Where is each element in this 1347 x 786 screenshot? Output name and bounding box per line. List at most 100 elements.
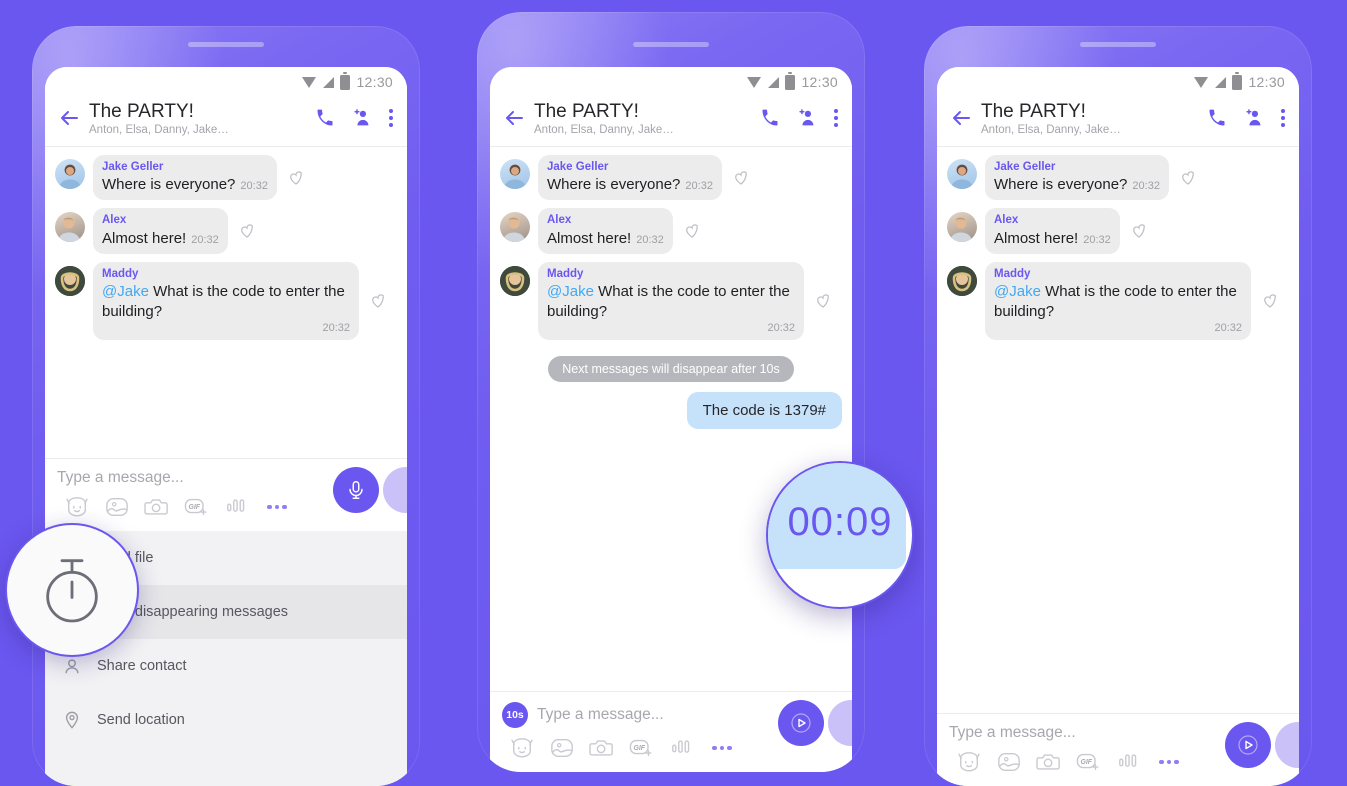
menu-item-send-location[interactable]: Send location [45, 693, 407, 747]
like-heart-icon[interactable] [732, 169, 750, 187]
back-arrow-icon[interactable] [55, 104, 83, 132]
message-input[interactable]: Type a message... [537, 706, 664, 724]
battery-icon [785, 74, 796, 90]
gif-icon[interactable]: GIF [1069, 748, 1109, 776]
message-sender: Maddy [102, 267, 139, 280]
message-bubble[interactable]: Jake Geller Where is everyone? 20:32 [538, 154, 722, 201]
avatar-alex [947, 212, 977, 243]
message-bubble[interactable]: Alex Almost here! 20:32 [93, 208, 228, 254]
message-row: Jake Geller Where is everyone? 20:32 [947, 154, 1289, 201]
message-time: 20:32 [191, 233, 219, 246]
overflow-menu-icon[interactable] [834, 109, 838, 128]
call-icon[interactable] [760, 108, 780, 128]
countdown-timer: 00:09 [787, 499, 893, 544]
send-play-icon [791, 713, 811, 733]
back-arrow-icon[interactable] [500, 104, 528, 132]
countdown-magnifier-lens: 00:09 [766, 461, 914, 609]
camera-icon[interactable] [137, 493, 177, 521]
gallery-icon[interactable] [97, 493, 137, 521]
message-composer: 10s Type a message... GIF [490, 691, 852, 772]
header-actions [760, 107, 840, 129]
contact-icon [63, 656, 97, 676]
send-button[interactable] [778, 700, 824, 746]
gallery-icon[interactable] [989, 748, 1029, 776]
message-text: Where is everyone? [547, 176, 681, 194]
message-text-line: @Jake What is the code to enter the buil… [102, 282, 350, 320]
add-participant-icon[interactable] [1243, 107, 1265, 129]
like-heart-icon[interactable] [1261, 292, 1279, 310]
disappearing-timer-badge[interactable]: 10s [502, 702, 528, 728]
call-icon[interactable] [315, 108, 335, 128]
message-time: 20:32 [1132, 180, 1160, 193]
like-heart-icon[interactable] [683, 222, 701, 240]
message-bubble[interactable]: Maddy @Jake What is the code to enter th… [985, 261, 1251, 340]
phone-3-screen: 12:30 The PARTY! Anton, Elsa, Danny, Jak… [937, 67, 1299, 786]
message-time: 20:32 [322, 321, 350, 334]
message-text-line: Almost here! 20:32 [102, 229, 219, 248]
message-time: 20:32 [685, 180, 713, 193]
avatar-maddy [947, 265, 977, 296]
message-sender: Jake Geller [547, 160, 609, 173]
message-row: Alex Almost here! 20:32 [500, 208, 842, 254]
mention-tag[interactable]: @Jake [102, 283, 149, 300]
avatar-alex [500, 212, 530, 243]
overflow-menu-icon[interactable] [1281, 109, 1285, 128]
signal-icon [323, 76, 335, 88]
message-time: 20:32 [636, 233, 664, 246]
mention-tag[interactable]: @Jake [547, 283, 594, 300]
message-text-line: @Jake What is the code to enter the buil… [547, 282, 795, 320]
wifi-icon [302, 76, 317, 88]
page-title: The PARTY! [534, 101, 639, 122]
message-text: Almost here! [994, 229, 1079, 247]
message-bubble[interactable]: Maddy @Jake What is the code to enter th… [538, 261, 804, 340]
outgoing-message-bubble[interactable]: The code is 1379# [686, 391, 842, 429]
message-bubble[interactable]: Alex Almost here! 20:32 [538, 208, 673, 254]
phone-1: 12:30 The PARTY! Anton, Elsa, Danny, Jak… [32, 26, 420, 786]
gif-icon[interactable]: GIF [177, 493, 217, 521]
overflow-menu-icon[interactable] [389, 109, 393, 128]
more-options-icon[interactable] [257, 493, 297, 521]
add-participant-icon[interactable] [796, 107, 818, 129]
message-row: Jake Geller Where is everyone? 20:32 [55, 154, 397, 201]
wifi-icon [747, 76, 762, 88]
phone-2-screen: 12:30 The PARTY! Anton, Elsa, Danny, Jak… [490, 67, 852, 772]
stopwatch-magnifier-lens [5, 523, 139, 657]
phone-1-screen: 12:30 The PARTY! Anton, Elsa, Danny, Jak… [45, 67, 407, 786]
page-title: The PARTY! [981, 101, 1086, 122]
sticker-icon[interactable] [57, 493, 97, 521]
voice-wave-icon[interactable] [1109, 748, 1149, 776]
microphone-button[interactable] [333, 467, 379, 513]
more-options-icon[interactable] [1149, 748, 1189, 776]
message-bubble[interactable]: Alex Almost here! 20:32 [985, 208, 1120, 254]
camera-icon[interactable] [1029, 748, 1069, 776]
send-button[interactable] [1225, 722, 1271, 768]
message-input[interactable]: Type a message... [57, 469, 184, 487]
status-bar: 12:30 [490, 67, 852, 97]
like-heart-icon[interactable] [814, 292, 832, 310]
sticker-icon[interactable] [949, 748, 989, 776]
like-heart-icon[interactable] [238, 222, 256, 240]
menu-item-label: Share contact [97, 658, 187, 674]
header-actions [315, 107, 395, 129]
chat-participants: Anton, Elsa, Danny, Jake… [89, 123, 229, 136]
message-text: Almost here! [102, 229, 187, 247]
message-row: Maddy @Jake What is the code to enter th… [500, 261, 842, 340]
like-heart-icon[interactable] [1179, 169, 1197, 187]
like-heart-icon[interactable] [1130, 222, 1148, 240]
add-participant-icon[interactable] [351, 107, 373, 129]
back-arrow-icon[interactable] [947, 104, 975, 132]
voice-wave-icon[interactable] [217, 493, 257, 521]
message-bubble[interactable]: Jake Geller Where is everyone? 20:32 [93, 154, 277, 201]
message-text: Where is everyone? [994, 176, 1128, 194]
chat-title-block: The PARTY! Anton, Elsa, Danny, Jake… [83, 101, 315, 136]
message-bubble[interactable]: Maddy @Jake What is the code to enter th… [93, 261, 359, 340]
like-heart-icon[interactable] [369, 292, 387, 310]
message-input[interactable]: Type a message... [949, 724, 1076, 742]
call-icon[interactable] [1207, 108, 1227, 128]
mention-tag[interactable]: @Jake [994, 283, 1041, 300]
header-actions [1207, 107, 1287, 129]
page-title: The PARTY! [89, 101, 194, 122]
message-bubble[interactable]: Jake Geller Where is everyone? 20:32 [985, 154, 1169, 201]
signal-icon [1215, 76, 1227, 88]
like-heart-icon[interactable] [287, 169, 305, 187]
